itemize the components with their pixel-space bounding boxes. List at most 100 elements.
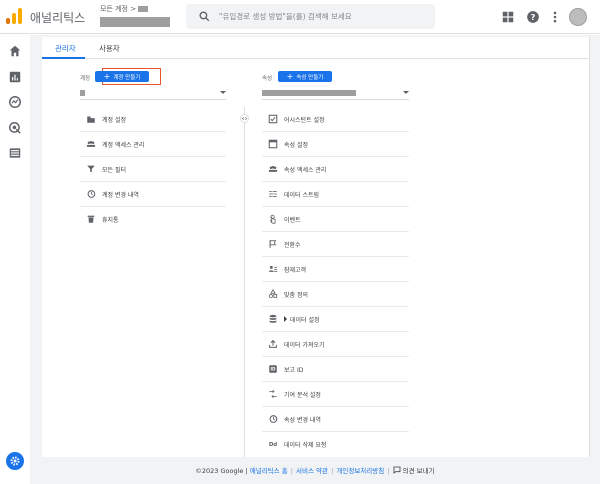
help-icon[interactable]: ? (526, 10, 540, 24)
data-settings-item[interactable]: 데이터 설정 (262, 307, 409, 332)
assistant-settings-item[interactable]: 어시스턴트 설정 (262, 107, 409, 132)
separator: | (387, 467, 390, 475)
property-column-label: 속성 (262, 76, 273, 82)
property-history-item[interactable]: 속성 변경 내역 (262, 407, 409, 432)
upload-icon (269, 339, 277, 348)
menu-item-label: 계정 설정 (102, 117, 126, 124)
menu-item-label: 전환수 (284, 242, 301, 249)
trash-item[interactable]: 휴지통 (80, 207, 226, 232)
more-vert-icon[interactable] (548, 10, 562, 24)
reports-icon[interactable] (8, 70, 22, 84)
explore-icon[interactable] (8, 95, 22, 109)
admin-card: 관리자 사용자 계정 + 계정 만들기 계정 설정 계정 액세스 관리 모든 필… (42, 37, 590, 457)
account-history-item[interactable]: 계정 변경 내역 (80, 182, 226, 207)
active-tab-indicator (42, 57, 85, 59)
custom-definitions-item[interactable]: 맞춤 정의 (262, 282, 409, 307)
left-nav (0, 35, 30, 484)
all-filters-item[interactable]: 모든 필터 (80, 157, 226, 182)
menu-item-label: 속성 액세스 관리 (284, 167, 327, 174)
terms-link[interactable]: 서비스 약관 (296, 467, 328, 475)
menu-item-label: 기여 분석 설정 (284, 392, 321, 399)
plus-icon: + (103, 71, 111, 81)
account-access-item[interactable]: 계정 액세스 관리 (80, 132, 226, 157)
audience-icon (268, 265, 278, 272)
list-icon[interactable] (8, 146, 22, 160)
menu-item-label: 계정 변경 내역 (102, 192, 139, 199)
feedback-icon (393, 466, 400, 474)
analytics-home-link[interactable]: 애널리틱스 홈 (250, 467, 288, 475)
menu-item-label: 데이터 스트림 (284, 192, 320, 199)
database-icon (269, 314, 277, 323)
caret-right-icon[interactable] (284, 316, 287, 322)
menu-item-label: 보고 ID (284, 367, 304, 374)
double-arrow-icon (242, 117, 247, 120)
data-streams-item[interactable]: 데이터 스트림 (262, 182, 409, 207)
menu-item-label: 잠재고객 (284, 267, 307, 274)
gear-icon (10, 456, 20, 466)
history-icon (269, 415, 278, 423)
events-item[interactable]: 이벤트 (262, 207, 409, 232)
menu-item-label: 계정 액세스 관리 (102, 142, 145, 149)
analytics-logo[interactable] (6, 8, 22, 24)
window-icon (268, 139, 278, 149)
separator: | (290, 467, 293, 475)
data-deletion-item[interactable]: Dd 데이터 삭제 요청 (262, 432, 409, 457)
menu-item-label: 맞춤 정의 (284, 292, 308, 299)
home-icon[interactable] (8, 44, 22, 58)
column-divider (244, 107, 245, 457)
plus-icon: + (286, 71, 294, 81)
account-dropdown[interactable] (80, 88, 226, 100)
collapse-toggle[interactable] (240, 114, 249, 123)
tab-users[interactable]: 사용자 (99, 43, 120, 54)
menu-item-label: 데이터 설정 (290, 317, 320, 324)
chevron-down-icon (403, 91, 409, 94)
redacted-property (262, 90, 356, 96)
copyright-text: ©2023 Google | (195, 467, 248, 475)
property-dropdown[interactable] (262, 88, 409, 100)
data-import-item[interactable]: 데이터 가져오기 (262, 332, 409, 357)
apps-grid-icon[interactable] (501, 10, 515, 24)
svg-text:ID: ID (271, 367, 277, 372)
account-breadcrumb: 모든 계정 > (100, 5, 137, 13)
property-settings-item[interactable]: 속성 설정 (262, 132, 409, 157)
tab-admin[interactable]: 관리자 (55, 43, 76, 54)
property-access-item[interactable]: 속성 액세스 관리 (262, 157, 409, 182)
conversions-item[interactable]: 전환수 (262, 232, 409, 257)
svg-text:Dd: Dd (269, 442, 277, 448)
logo-bar-2 (12, 13, 16, 24)
people-icon (268, 166, 278, 172)
audiences-item[interactable]: 잠재고객 (262, 257, 409, 282)
tab-bar: 관리자 사용자 (42, 37, 590, 59)
advertising-icon[interactable] (8, 121, 22, 135)
attribution-settings-item[interactable]: 기여 분석 설정 (262, 382, 409, 407)
touch-icon (270, 214, 276, 224)
admin-settings-button[interactable] (6, 452, 24, 470)
app-title[interactable]: 애널리틱스 (30, 9, 85, 26)
feedback-link[interactable]: 의견 보내기 (403, 467, 435, 475)
chevron-down-icon (220, 91, 226, 94)
account-settings-item[interactable]: 계정 설정 (80, 107, 226, 132)
menu-item-label: 어시스턴트 설정 (284, 117, 325, 124)
attribution-icon (269, 389, 277, 399)
menu-item-label: 휴지통 (102, 217, 119, 224)
svg-text:?: ? (531, 12, 536, 22)
checklist-icon (268, 114, 278, 124)
reporting-identity-item[interactable]: ID 보고 ID (262, 357, 409, 382)
create-account-button[interactable]: + 계정 만들기 (95, 71, 149, 82)
menu-item-label: 속성 설정 (284, 142, 308, 149)
avatar[interactable] (569, 8, 587, 26)
logo-bar-1 (6, 18, 10, 24)
account-selector[interactable]: 모든 계정 > (100, 4, 170, 27)
shapes-icon (268, 289, 278, 299)
main-area: 관리자 사용자 계정 + 계정 만들기 계정 설정 계정 액세스 관리 모든 필… (30, 35, 600, 484)
account-column-label: 계정 (80, 76, 91, 82)
search-bar[interactable]: "유입경로 생성 방법"을(를) 검색해 보세요 (186, 4, 435, 29)
privacy-link[interactable]: 개인정보처리방침 (336, 467, 384, 475)
top-bar: 애널리틱스 모든 계정 > "유입경로 생성 방법"을(를) 검색해 보세요 ? (0, 0, 600, 34)
flag-icon (269, 240, 277, 248)
create-property-button[interactable]: + 속성 만들기 (278, 71, 332, 82)
menu-item-label: 이벤트 (284, 217, 301, 224)
building-icon (87, 116, 95, 123)
id-icon: ID (269, 365, 277, 373)
history-icon (87, 190, 96, 198)
